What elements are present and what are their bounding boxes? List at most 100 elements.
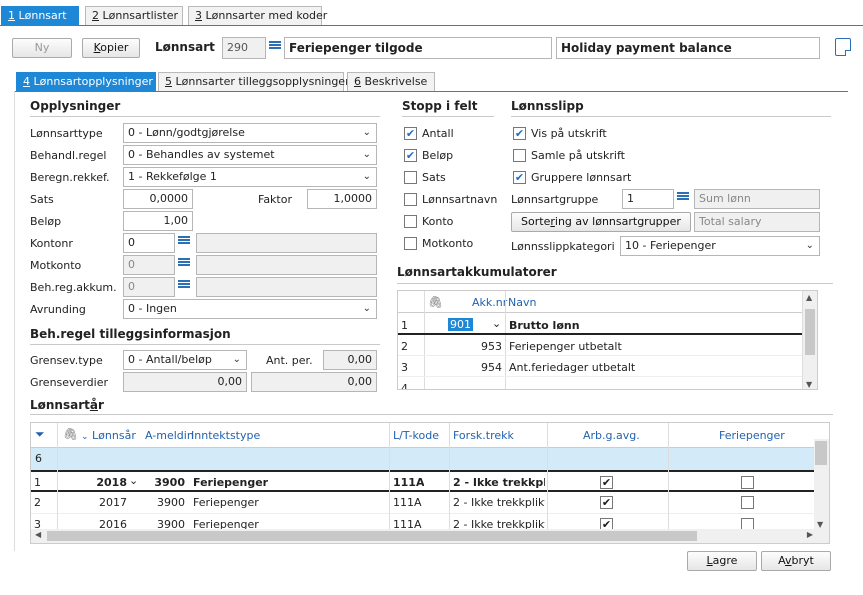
lookup-icon[interactable]: [176, 235, 192, 251]
faktor-field[interactable]: 1,0000: [307, 189, 377, 209]
ameldin-cell[interactable]: 3900: [143, 476, 185, 489]
behandl-select[interactable]: 0 - Behandles av systemet ⌄: [123, 145, 377, 165]
akk-row[interactable]: 1 901 ⌄ Brutto lønn: [398, 314, 804, 335]
tab-lonnsart[interactable]: 1 Lønnsart: [1, 6, 79, 26]
lookup-icon[interactable]: [176, 257, 192, 273]
lonnsslipp-checkbox-0[interactable]: ✔: [513, 127, 526, 140]
behreg-field[interactable]: 0: [123, 277, 175, 297]
total-salary-field: Total salary: [694, 212, 820, 232]
stopp-checkbox-0[interactable]: ✔: [404, 127, 417, 140]
row-index: 6: [35, 452, 42, 465]
divider: [30, 344, 380, 345]
copy-button[interactable]: Kopier: [82, 38, 140, 58]
chevron-down-icon: ⌄: [362, 303, 371, 314]
beregn-label: Beregn.rekkef.: [30, 171, 110, 184]
avrunding-select[interactable]: 0 - Ingen ⌄: [123, 299, 377, 319]
antper-field[interactable]: 0,00: [323, 350, 377, 370]
beregn-select[interactable]: 1 - Rekkefølge 1 ⌄: [123, 167, 377, 187]
vertical-scrollbar[interactable]: ▼: [814, 439, 829, 529]
lookup-icon[interactable]: [675, 191, 691, 207]
lonnsarttype-select[interactable]: 0 - Lønn/godtgjørelse ⌄: [123, 123, 377, 143]
row-index: 2: [34, 496, 41, 509]
arbg-checkbox[interactable]: ✔: [600, 496, 613, 509]
lonnsaar-row[interactable]: 2 2017 3900 Feriepenger 111A 2 - Ikke trekkpl…: [31, 492, 815, 514]
grenseverdier-label: Grenseverdier: [30, 376, 108, 389]
lonnsart-number-field[interactable]: 290: [222, 37, 266, 59]
forsk-trekk-cell[interactable]: 2 - Ikke trekkpliktig: [453, 496, 545, 509]
lonnsaar-row[interactable]: 1 2018 ⌄ 3900 Feriepenger 111A 2 - Ikke trekkp…: [31, 470, 815, 492]
stopp-checkbox-1[interactable]: ✔: [404, 149, 417, 162]
kategori-select[interactable]: 10 - Feriepenger ⌄: [620, 236, 820, 256]
chevron-down-icon: ⌄: [362, 127, 371, 138]
chevron-down-icon[interactable]: ⌄: [129, 474, 138, 487]
inntektstype-cell[interactable]: Feriepenger: [193, 496, 259, 509]
chevron-down-icon[interactable]: ⌄: [492, 317, 501, 330]
forsk-trekk-cell[interactable]: 2 - Ikke trekkplik: [453, 476, 545, 489]
filter-icon[interactable]: ⏷: [35, 427, 45, 442]
lonnsartgruppe-field[interactable]: 1: [622, 189, 674, 209]
lonnsslipp-label: Samle på utskrift: [531, 149, 625, 162]
lt-kode-cell[interactable]: 111A: [393, 476, 424, 489]
aar-cell[interactable]: 2017: [91, 496, 127, 509]
avrunding-label: Avrunding: [30, 303, 86, 316]
stopp-checkbox-2[interactable]: [404, 171, 417, 184]
kontonr-field[interactable]: 0: [123, 233, 175, 253]
divider: [30, 414, 833, 415]
arbg-checkbox[interactable]: ✔: [600, 476, 613, 489]
english-name-field[interactable]: Holiday payment balance: [556, 37, 820, 59]
lookup-icon[interactable]: [176, 279, 192, 295]
avbryt-button[interactable]: Avbryt: [761, 551, 831, 571]
lt-kode-cell[interactable]: 111A: [393, 496, 422, 509]
feriepenger-checkbox[interactable]: [741, 496, 754, 509]
tab-lonnsartlister[interactable]: 2 Lønnsartlister: [85, 6, 183, 26]
akknr-cell[interactable]: 953: [448, 340, 502, 353]
grensev-select[interactable]: 0 - Antall/beløp ⌄: [123, 350, 247, 370]
inntektstype-cell[interactable]: Feriepenger: [193, 476, 268, 489]
belop-field[interactable]: 1,00: [123, 211, 193, 231]
col-lonnsaar[interactable]: ⌄ Lønnsår: [81, 429, 136, 442]
akk-row[interactable]: 3 954 Ant.feriedager utbetalt: [398, 356, 804, 377]
sortering-button[interactable]: Sortering av lønnsartgrupper: [511, 212, 691, 232]
stopp-label: Motkonto: [422, 237, 474, 250]
lonnsslipp-label: Vis på utskrift: [531, 127, 607, 140]
behreg-name-field: [196, 277, 377, 297]
chevron-down-icon: ⌄: [805, 240, 814, 251]
grenseverdi-1-field[interactable]: 0,00: [123, 372, 247, 392]
tab-lonnsartopplysninger[interactable]: 4 Lønnsartopplysninger: [16, 72, 156, 92]
horizontal-scrollbar[interactable]: ◀ ▶: [31, 529, 829, 543]
akknr-cell[interactable]: 901: [448, 318, 473, 331]
lonnsslipp-checkbox-2[interactable]: ✔: [513, 171, 526, 184]
scrollbar[interactable]: ▲ ▼: [802, 291, 817, 389]
stopp-label: Antall: [422, 127, 454, 140]
navn-cell: Ant.feriedager utbetalt: [509, 361, 636, 374]
new-row[interactable]: 6: [31, 448, 815, 470]
grenseverdi-2-field[interactable]: 0,00: [251, 372, 377, 392]
col-akknr: Akk.nr: [472, 296, 508, 309]
lonnsart-label: Lønnsart: [155, 40, 215, 54]
col-line: [389, 423, 390, 543]
feriepenger-checkbox[interactable]: [741, 476, 754, 489]
tab-beskrivelse[interactable]: 6 Beskrivelse: [347, 72, 435, 92]
kategori-label: Lønnsslippkategori: [511, 240, 615, 253]
stopp-checkbox-3[interactable]: [404, 193, 417, 206]
lookup-icon[interactable]: [267, 40, 283, 56]
lonnsslipp-checkbox-1[interactable]: [513, 149, 526, 162]
lonnsarttype-label: Lønnsarttype: [30, 127, 103, 140]
motkonto-field[interactable]: 0: [123, 255, 175, 275]
tab-tilleggsopplysninger[interactable]: 5 Lønnsarter tilleggsopplysninger: [158, 72, 350, 92]
akk-row[interactable]: 4: [398, 377, 804, 389]
sats-field[interactable]: 0,0000: [123, 189, 193, 209]
tab-lonnsarter-med-koder[interactable]: 3 Lønnsarter med koder: [188, 6, 327, 26]
tillegg-heading: Beh.regel tilleggsinformasjon: [30, 327, 231, 341]
akk-row[interactable]: 2 953 Feriepenger utbetalt: [398, 335, 804, 356]
akknr-cell[interactable]: 954: [448, 361, 502, 374]
aar-cell[interactable]: 2018: [91, 476, 127, 489]
new-button[interactable]: Ny: [12, 38, 72, 58]
ameldin-cell[interactable]: 3900: [143, 496, 185, 509]
stopp-checkbox-5[interactable]: [404, 237, 417, 250]
note-icon[interactable]: [835, 38, 851, 56]
lonnsart-name-field[interactable]: Feriepenger tilgode: [284, 37, 552, 59]
row-index: 3: [401, 361, 408, 374]
lagre-button[interactable]: Lagre: [687, 551, 757, 571]
stopp-checkbox-4[interactable]: [404, 215, 417, 228]
